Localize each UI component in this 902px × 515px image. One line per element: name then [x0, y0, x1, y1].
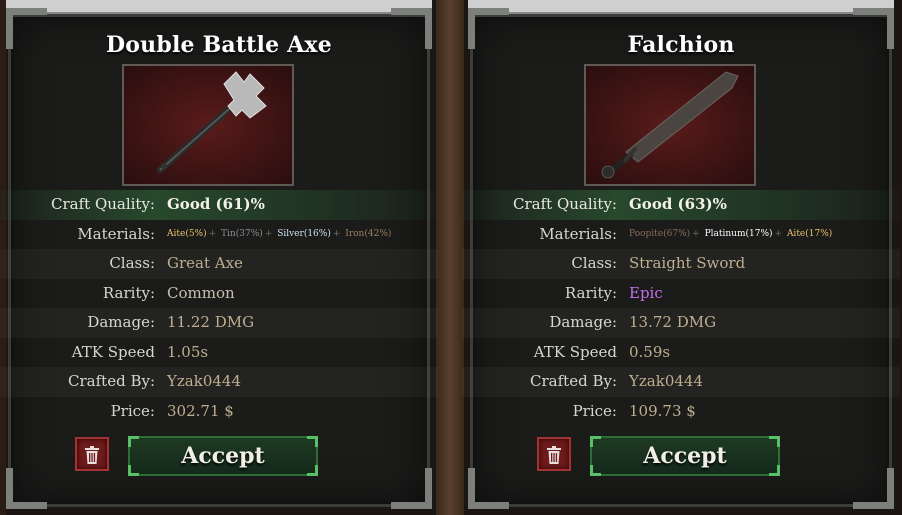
- field-label: ATK Speed: [71, 342, 155, 361]
- frame-corner: [6, 468, 47, 509]
- item-card-falchion: Falchion Craft Quality: Good (63)% Mater…: [462, 0, 900, 515]
- item-title: Falchion: [627, 32, 735, 58]
- double-battle-axe-icon: [124, 66, 292, 184]
- field-label: Damage:: [87, 313, 155, 331]
- frame-corner: [853, 468, 894, 509]
- price-value: 302.71 $: [167, 401, 234, 420]
- field-label: Craft Quality:: [51, 195, 155, 213]
- craft-quality-value: Good (63)%: [629, 195, 727, 213]
- background-gap: [436, 0, 464, 515]
- class-row: Class: Great Axe: [0, 249, 438, 279]
- material-item: Platinum(17%): [704, 228, 773, 239]
- crafted-by-value: Yzak0444: [629, 372, 704, 390]
- field-label: Price:: [572, 401, 617, 420]
- price-row: Price: 109.73 $: [462, 397, 900, 427]
- damage-value: 11.22 DMG: [167, 313, 255, 331]
- craft-quality-row: Craft Quality: Good (63)%: [462, 190, 900, 220]
- damage-row: Damage: 11.22 DMG: [0, 308, 438, 338]
- materials-row: Materials: Poopite(67%) + Platinum(17%) + …: [462, 220, 900, 250]
- atk-speed-value: 0.59s: [629, 342, 671, 361]
- delete-button[interactable]: [75, 437, 109, 471]
- accept-button[interactable]: Accept: [128, 436, 318, 476]
- materials-row: Materials: Aite(5%) + Tin(37%) + Silver(16…: [0, 220, 438, 250]
- field-label: Class:: [109, 254, 155, 272]
- material-item: Silver(16%): [277, 228, 331, 239]
- materials-value: Aite(5%) + Tin(37%) + Silver(16%) + Iron(42…: [167, 220, 393, 250]
- atk-speed-row: ATK Speed 1.05s: [0, 338, 438, 368]
- class-value: Straight Sword: [629, 254, 746, 272]
- stats-list: Craft Quality: Good (61)% Materials: Ait…: [0, 190, 438, 426]
- accept-button-label: Accept: [181, 443, 265, 469]
- material-separator: +: [332, 228, 341, 239]
- field-label: ATK Speed: [533, 342, 617, 361]
- field-label: Craft Quality:: [513, 195, 617, 213]
- rarity-value: Epic: [629, 283, 663, 302]
- material-separator: +: [264, 228, 273, 239]
- trash-icon: [85, 446, 99, 464]
- frame-corner: [391, 468, 432, 509]
- stats-list: Craft Quality: Good (63)% Materials: Poo…: [462, 190, 900, 426]
- field-label: Damage:: [549, 313, 617, 331]
- price-row: Price: 302.71 $: [0, 397, 438, 427]
- rarity-value: Common: [167, 283, 235, 302]
- trash-icon: [547, 446, 561, 464]
- material-item: Aite(5%): [167, 228, 207, 239]
- rarity-row: Rarity: Common: [0, 279, 438, 309]
- field-label: Materials:: [77, 224, 155, 243]
- card-top-frame: [468, 0, 894, 14]
- accept-button[interactable]: Accept: [590, 436, 780, 476]
- crafted-by-row: Crafted By: Yzak0444: [462, 367, 900, 397]
- field-label: Class:: [571, 254, 617, 272]
- material-item: Poopite(67%): [629, 228, 691, 239]
- material-item: Tin(37%): [221, 228, 263, 239]
- field-label: Crafted By:: [68, 372, 155, 390]
- damage-row: Damage: 13.72 DMG: [462, 308, 900, 338]
- materials-value: Poopite(67%) + Platinum(17%) + Aite(17%): [629, 220, 834, 250]
- card-top-frame: [6, 0, 432, 14]
- atk-speed-value: 1.05s: [167, 342, 209, 361]
- material-item: Aite(17%): [786, 228, 833, 239]
- item-image-frame: [584, 64, 756, 186]
- item-card-double-battle-axe: Double Battle Axe Craft Quality: Good (6…: [0, 0, 438, 515]
- accept-button-label: Accept: [643, 443, 727, 469]
- material-separator: +: [692, 228, 700, 239]
- frame-corner: [468, 468, 509, 509]
- item-image-frame: [122, 64, 294, 186]
- craft-quality-row: Craft Quality: Good (61)%: [0, 190, 438, 220]
- field-label: Crafted By:: [530, 372, 617, 390]
- field-label: Price:: [110, 401, 155, 420]
- class-row: Class: Straight Sword: [462, 249, 900, 279]
- field-label: Rarity:: [102, 283, 155, 302]
- field-label: Materials:: [539, 224, 617, 243]
- atk-speed-row: ATK Speed 0.59s: [462, 338, 900, 368]
- price-value: 109.73 $: [629, 401, 696, 420]
- falchion-icon: [586, 66, 754, 184]
- crafted-by-value: Yzak0444: [167, 372, 242, 390]
- item-title: Double Battle Axe: [106, 32, 332, 58]
- rarity-row: Rarity: Epic: [462, 279, 900, 309]
- damage-value: 13.72 DMG: [629, 313, 717, 331]
- delete-button[interactable]: [537, 437, 571, 471]
- class-value: Great Axe: [167, 254, 243, 272]
- craft-quality-value: Good (61)%: [167, 195, 265, 213]
- material-separator: +: [208, 228, 217, 239]
- material-item: Iron(42%): [345, 228, 392, 239]
- material-separator: +: [774, 228, 783, 239]
- crafted-by-row: Crafted By: Yzak0444: [0, 367, 438, 397]
- field-label: Rarity:: [564, 283, 617, 302]
